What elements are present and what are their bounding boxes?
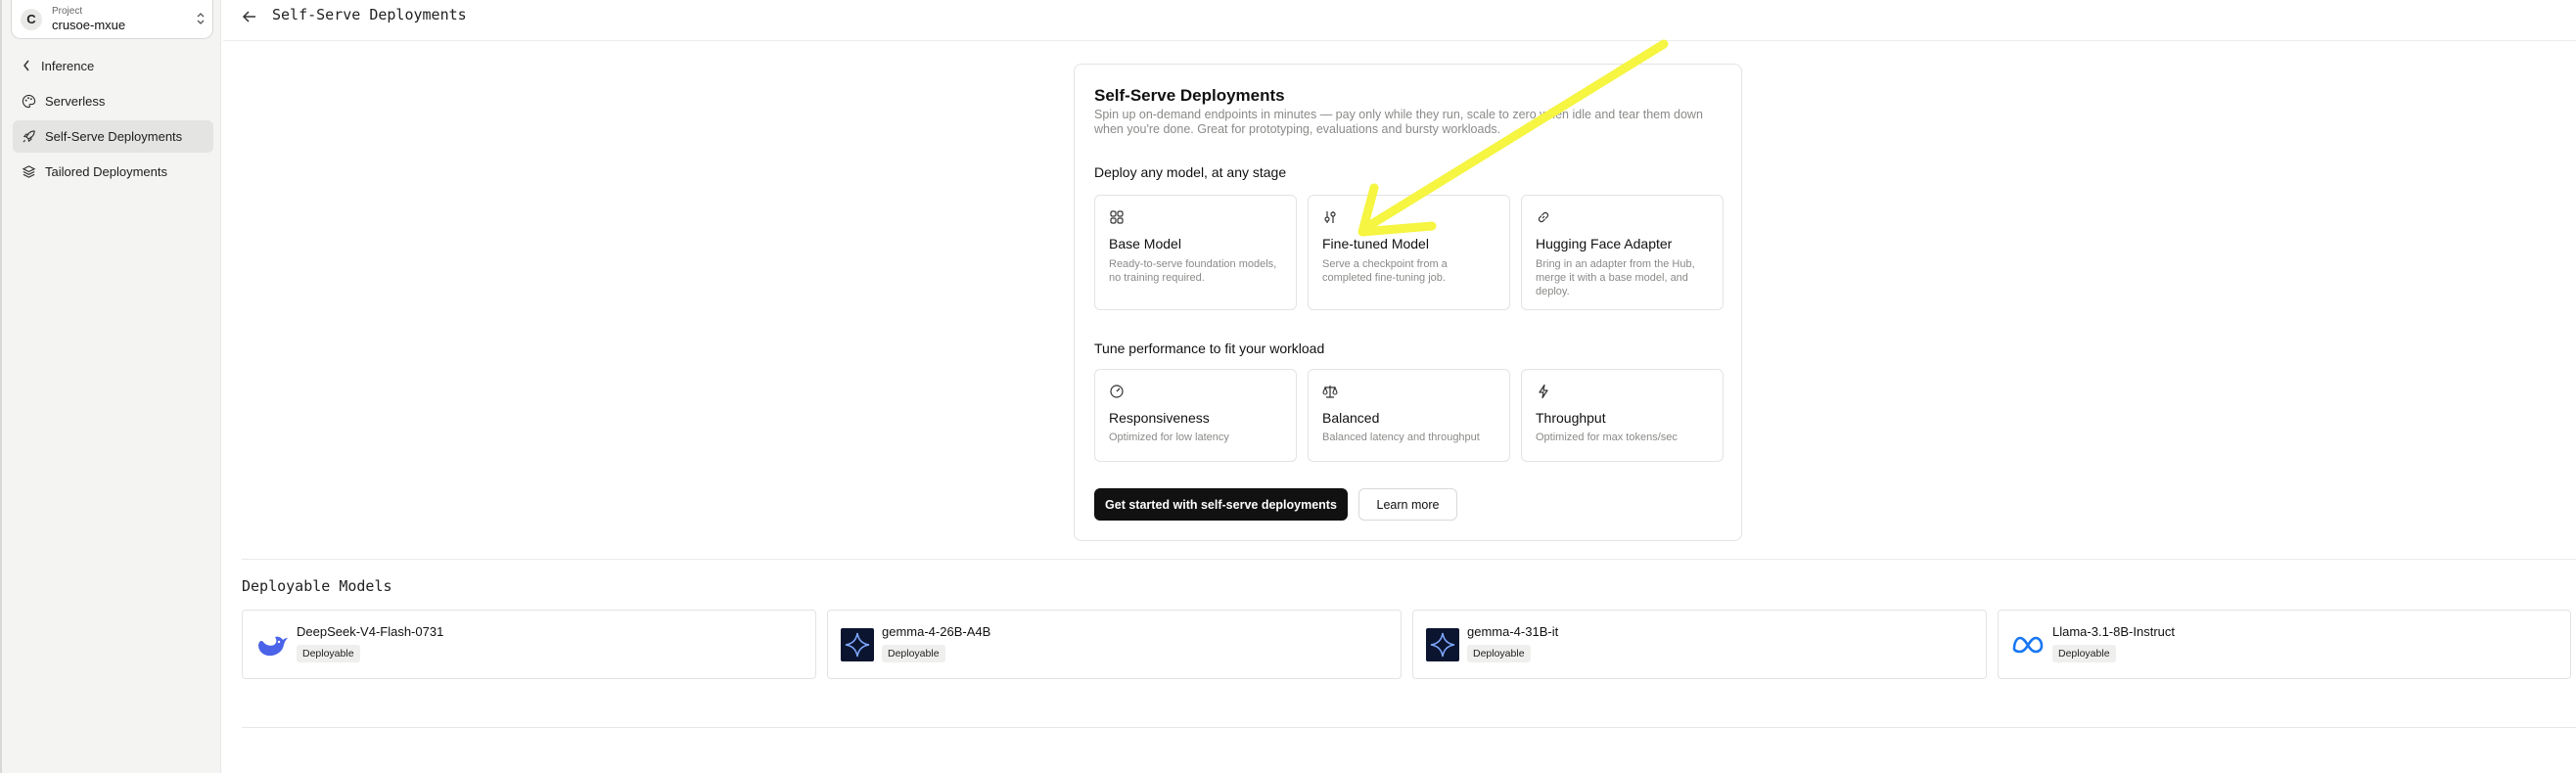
model-name: gemma-4-26B-A4B xyxy=(882,624,991,639)
sidebar-item-serverless[interactable]: Serverless xyxy=(13,85,213,117)
option-name: Responsiveness xyxy=(1109,410,1210,426)
card-description: Spin up on-demand endpoints in minutes —… xyxy=(1094,108,1703,136)
grid-icon xyxy=(1110,210,1124,224)
option-desc: Bring in an adapter from the Hub, merge … xyxy=(1536,258,1695,297)
project-switcher[interactable]: C Project crusoe-mxue xyxy=(11,0,213,39)
option-name: Hugging Face Adapter xyxy=(1536,236,1673,251)
divider xyxy=(242,559,2576,560)
gemma-logo-icon xyxy=(1426,628,1459,661)
model-card-gemma-26b[interactable]: gemma-4-26B-A4B Deployable xyxy=(827,610,1402,679)
option-name: Balanced xyxy=(1322,410,1380,426)
model-card-llama[interactable]: Llama-3.1-8B-Instruct Deployable xyxy=(1998,610,2571,679)
section-title-tune: Tune performance to fit your workload xyxy=(1094,341,1325,356)
status-badge: Deployable xyxy=(1467,645,1531,662)
section-title-deploy: Deploy any model, at any stage xyxy=(1094,164,1287,180)
link-icon xyxy=(1538,211,1549,223)
status-badge: Deployable xyxy=(297,645,360,662)
get-started-button[interactable]: Get started with self-serve deployments xyxy=(1094,488,1348,521)
option-desc: Optimized for low latency xyxy=(1109,432,1229,443)
card-title: Self-Serve Deployments xyxy=(1094,86,1285,105)
gauge-icon xyxy=(1110,385,1124,398)
status-badge: Deployable xyxy=(2052,645,2116,662)
model-card-deepseek[interactable]: DeepSeek-V4-Flash-0731 Deployable xyxy=(242,610,816,679)
meta-logo-icon xyxy=(2012,636,2044,654)
option-desc: Balanced latency and throughput xyxy=(1322,432,1480,443)
rocket-icon xyxy=(21,129,36,145)
model-name: DeepSeek-V4-Flash-0731 xyxy=(297,624,444,639)
project-avatar: C xyxy=(21,8,42,30)
palette-icon xyxy=(21,94,36,110)
project-text: Project crusoe-mxue xyxy=(52,6,125,33)
chevron-up-down-icon xyxy=(197,13,205,24)
sidebar: C Project crusoe-mxue Inference Serverle… xyxy=(0,0,221,773)
option-hugging-face-adapter[interactable]: Hugging Face Adapter Bring in an adapter… xyxy=(1521,195,1724,310)
project-name: crusoe-mxue xyxy=(52,17,126,32)
nav-back-inference[interactable]: Inference xyxy=(22,56,94,75)
option-throughput[interactable]: Throughput Optimized for max tokens/sec xyxy=(1521,369,1724,462)
option-responsiveness[interactable]: Responsiveness Optimized for low latency xyxy=(1094,369,1297,462)
option-base-model[interactable]: Base Model Ready-to-serve foundation mod… xyxy=(1094,195,1297,310)
option-desc: Optimized for max tokens/sec xyxy=(1536,432,1678,443)
arrow-left-icon[interactable] xyxy=(240,7,259,26)
option-desc: Ready-to-serve foundation models, no tra… xyxy=(1109,258,1277,284)
layers-icon xyxy=(21,164,36,180)
scale-icon xyxy=(1322,386,1338,398)
sidebar-item-tailored-deployments[interactable]: Tailored Deployments xyxy=(13,156,213,188)
option-name: Base Model xyxy=(1109,236,1181,251)
divider xyxy=(242,727,2576,728)
deployable-models-title: Deployable Models xyxy=(242,577,392,595)
option-desc: Serve a checkpoint from a completed fine… xyxy=(1322,258,1448,284)
learn-more-button[interactable]: Learn more xyxy=(1358,488,1457,521)
page-title: Self-Serve Deployments xyxy=(272,6,467,23)
sidebar-item-self-serve-deployments[interactable]: Self-Serve Deployments xyxy=(13,120,213,153)
self-serve-intro-card: Self-Serve Deployments Spin up on-demand… xyxy=(1074,64,1742,541)
chevron-left-icon xyxy=(23,60,29,71)
option-fine-tuned-model[interactable]: Fine-tuned Model Serve a checkpoint from… xyxy=(1308,195,1510,310)
option-name: Throughput xyxy=(1536,410,1606,426)
option-name: Fine-tuned Model xyxy=(1322,236,1429,251)
project-label: Project xyxy=(52,5,83,17)
gemma-logo-icon xyxy=(841,628,874,661)
sidebar-item-label: Self-Serve Deployments xyxy=(45,129,183,144)
top-bar: Self-Serve Deployments xyxy=(223,0,2576,41)
sidebar-item-label: Tailored Deployments xyxy=(45,164,168,179)
model-name: Llama-3.1-8B-Instruct xyxy=(2052,624,2175,639)
option-balanced[interactable]: Balanced Balanced latency and throughput xyxy=(1308,369,1510,462)
deepseek-logo-icon xyxy=(258,636,288,657)
model-card-gemma-31b[interactable]: gemma-4-31B-it Deployable xyxy=(1412,610,1987,679)
sidebar-item-label: Serverless xyxy=(45,94,106,109)
sliders-icon xyxy=(1324,211,1336,223)
nav-back-label: Inference xyxy=(41,58,95,73)
model-name: gemma-4-31B-it xyxy=(1467,624,1559,639)
status-badge: Deployable xyxy=(882,645,945,662)
bolt-icon xyxy=(1539,384,1548,399)
